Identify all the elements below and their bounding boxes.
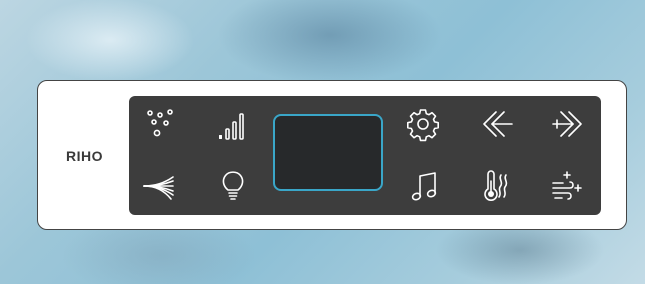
double-chevron-left-icon: [483, 111, 513, 137]
light-bulb-icon: [222, 171, 244, 200]
next-button[interactable]: [546, 104, 590, 144]
water-jets-icon: [143, 176, 174, 200]
signal-bars-icon: [219, 113, 244, 140]
brand-logo: RIHO: [66, 148, 103, 164]
previous-button[interactable]: [475, 104, 519, 144]
air-bubbles-button[interactable]: [138, 104, 182, 144]
light-button[interactable]: [211, 165, 255, 205]
music-button[interactable]: [402, 166, 446, 206]
ozone-sparkle-icon: [552, 171, 582, 200]
disinfection-button[interactable]: [545, 166, 589, 206]
double-chevron-right-icon: [552, 111, 582, 137]
thermometer-heat-icon: [484, 170, 508, 201]
music-note-icon: [411, 172, 437, 201]
display-screen: [273, 114, 383, 191]
temperature-button[interactable]: [473, 166, 517, 206]
intensity-button[interactable]: [210, 105, 254, 145]
bubbles-icon: [147, 109, 173, 137]
settings-button[interactable]: [401, 104, 445, 144]
water-jets-button[interactable]: [136, 166, 180, 206]
gear-icon: [407, 109, 439, 142]
